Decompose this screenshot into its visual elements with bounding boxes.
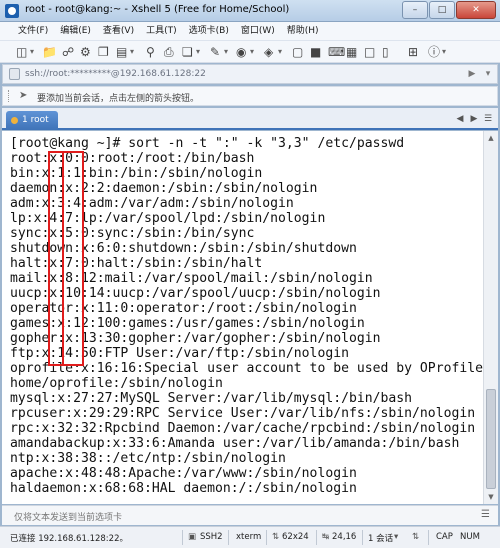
status-term: xterm — [236, 532, 262, 542]
sessions-dropdown-icon[interactable]: ▾ — [394, 532, 398, 542]
help-dropdown-icon[interactable]: ▾ — [442, 44, 446, 60]
window-title: root - root@kang:~ - Xshell 5 (Free for … — [25, 4, 290, 15]
menu-edit[interactable]: 编辑(E) — [54, 23, 97, 40]
status-caps: CAP — [436, 532, 453, 542]
address-dropdown-icon[interactable]: ▾ — [481, 67, 495, 81]
scroll-down-icon[interactable]: ▼ — [484, 490, 498, 504]
size-icon: ⇅ — [272, 532, 280, 542]
toolbar-grip[interactable] — [8, 90, 11, 102]
session-hint-text: 要添加当前会话，点击左侧的箭头按钮。 — [37, 94, 200, 104]
menu-window[interactable]: 窗口(W) — [235, 23, 281, 40]
terminal-line: home/oprofile:/sbin/nologin — [10, 376, 223, 391]
tab-next-icon[interactable]: ▶ — [468, 112, 480, 126]
globe-icon[interactable]: ◉ — [236, 44, 246, 60]
terminal-line: [root@kang ~]# sort -n -t ":" -k "3,3" /… — [10, 136, 405, 151]
toolbar: ◫ ▾ 📁 ☍ ⚙ ❐ ▤ ▾ ⚲ ⎙ ❏ ▾ ✎ ▾ ◉ ▾ ◈ ▾ ▢ ■ … — [0, 41, 500, 63]
menu-tools[interactable]: 工具(T) — [140, 23, 183, 40]
terminal-line: ntp:x:38:38::/etc/ntp:/sbin/nologin — [10, 451, 286, 466]
status-separator — [316, 530, 317, 545]
new-session-dropdown-icon[interactable]: ▾ — [30, 44, 34, 60]
compose-bar[interactable]: 仅将文本发送到当前选项卡 ☰ — [2, 505, 498, 525]
menu-view[interactable]: 查看(V) — [97, 23, 140, 40]
close-button[interactable]: ✕ — [456, 1, 496, 19]
xshell-app-icon[interactable] — [5, 4, 19, 18]
disconnect-icon[interactable]: ☍ — [62, 44, 74, 60]
print-icon[interactable]: ⎙ — [164, 44, 174, 60]
cursor-icon: ↹ — [322, 532, 330, 542]
terminal-area[interactable]: [root@kang ~]# sort -n -t ":" -k "3,3" /… — [2, 131, 483, 504]
highlight-box-gid — [62, 151, 84, 366]
scroll-arrows-icon[interactable]: ⇅ — [412, 532, 419, 542]
find-icon[interactable]: ⚲ — [146, 44, 155, 60]
new-session-icon[interactable]: ◫ — [16, 44, 27, 60]
terminal-line: mysql:x:27:27:MySQL Server:/var/lib/mysq… — [10, 391, 413, 406]
menu-help[interactable]: 帮助(H) — [281, 23, 325, 40]
pin-icon[interactable]: ➤ — [19, 90, 27, 101]
compose-menu-icon[interactable]: ☰ — [481, 509, 490, 520]
tab-prev-icon[interactable]: ◀ — [454, 112, 466, 126]
address-bar[interactable]: ssh://root:*********@192.168.61.128:22 ▶… — [2, 64, 498, 84]
status-num: NUM — [460, 532, 480, 542]
terminal-line: haldaemon:x:68:68:HAL daemon:/:/sbin/nol… — [10, 481, 357, 496]
help-icon[interactable]: ⓘ — [428, 44, 440, 60]
lock-icon[interactable]: ■ — [310, 44, 321, 60]
compose-icon[interactable]: □ — [364, 44, 375, 60]
status-connection: 已连接 192.168.61.128:22。 — [10, 534, 128, 544]
reconnect-icon[interactable]: ⚙ — [80, 44, 91, 60]
font-dropdown-icon[interactable]: ▾ — [224, 44, 228, 60]
font-icon[interactable]: ✎ — [210, 44, 220, 60]
add-tab-icon[interactable]: ⊞ — [408, 44, 418, 60]
layout-icon[interactable]: ▯ — [382, 44, 389, 60]
title-bar: root - root@kang:~ - Xshell 5 (Free for … — [0, 0, 500, 22]
scroll-up-icon[interactable]: ▲ — [484, 131, 498, 145]
keyboard-icon[interactable]: ⌨ — [328, 44, 345, 60]
ssh-lock-icon: ▣ — [188, 532, 197, 542]
status-cursor: 24,16 — [332, 532, 357, 542]
tab-root[interactable]: 1 root — [6, 111, 58, 130]
status-separator — [362, 530, 363, 545]
terminal-line: amandabackup:x:33:6:Amanda user:/var/lib… — [10, 436, 460, 451]
terminal-line: sync:x:5:0:sync:/sbin:/bin/sync — [10, 226, 255, 241]
status-separator — [266, 530, 267, 545]
open-folder-icon[interactable]: 📁 — [42, 44, 57, 60]
menu-bar: 文件(F) 编辑(E) 查看(V) 工具(T) 选项卡(B) 窗口(W) 帮助(… — [0, 22, 500, 41]
compose-input[interactable]: 仅将文本发送到当前选项卡 — [14, 510, 122, 523]
maximize-button[interactable]: □ — [429, 1, 455, 19]
properties-icon[interactable]: ▤ — [116, 44, 127, 60]
tab-strip: 1 root ◀ ▶ ☰ — [2, 108, 498, 130]
status-separator — [182, 530, 183, 545]
address-go-icon[interactable]: ▶ — [465, 67, 479, 81]
terminal-line: root:x:0:0:root:/root:/bin/bash — [10, 151, 255, 166]
status-sessions: 1 会话 — [368, 534, 394, 544]
session-status-icon — [11, 117, 18, 124]
encoding-dropdown-icon[interactable]: ▾ — [278, 44, 282, 60]
copy-icon[interactable]: ❐ — [98, 44, 109, 60]
address-field[interactable]: ssh://root:*********@192.168.61.128:22 — [25, 69, 206, 79]
encoding-icon[interactable]: ◈ — [264, 44, 273, 60]
status-separator — [228, 530, 229, 545]
tab-menu-icon[interactable]: ☰ — [482, 112, 494, 126]
terminal-line: apache:x:48:48:Apache:/var/www:/sbin/nol… — [10, 466, 357, 481]
minimize-button[interactable]: – — [402, 1, 428, 19]
status-bar: 已连接 192.168.61.128:22。 ▣ SSH2 xterm ⇅ 62… — [0, 526, 500, 548]
xftp-dropdown-icon[interactable]: ▾ — [196, 44, 200, 60]
terminal-line: rpc:x:32:32:Rpcbind Daemon:/var/cache/rp… — [10, 421, 476, 436]
terminal-scrollbar[interactable]: ▲ ▼ — [483, 131, 498, 504]
window-controls: – □ ✕ — [402, 1, 496, 19]
status-separator — [428, 530, 429, 545]
terminal-line: rpcuser:x:29:29:RPC Service User:/var/li… — [10, 406, 476, 421]
lock-icon — [9, 68, 20, 80]
xftp-icon[interactable]: ❏ — [182, 44, 193, 60]
globe-dropdown-icon[interactable]: ▾ — [250, 44, 254, 60]
tab-label: 1 root — [22, 115, 49, 125]
menu-tab[interactable]: 选项卡(B) — [183, 23, 235, 40]
session-hint-bar: ➤ 要添加当前会话，点击左侧的箭头按钮。 — [2, 86, 498, 106]
menu-file[interactable]: 文件(F) — [12, 23, 54, 40]
status-size: 62x24 — [282, 532, 309, 542]
fullscreen-icon[interactable]: ▢ — [292, 44, 303, 60]
status-protocol: SSH2 — [200, 532, 223, 542]
properties-dropdown-icon[interactable]: ▾ — [130, 44, 134, 60]
scrollbar-thumb[interactable] — [486, 389, 496, 489]
transparency-icon[interactable]: ▦ — [346, 44, 357, 60]
